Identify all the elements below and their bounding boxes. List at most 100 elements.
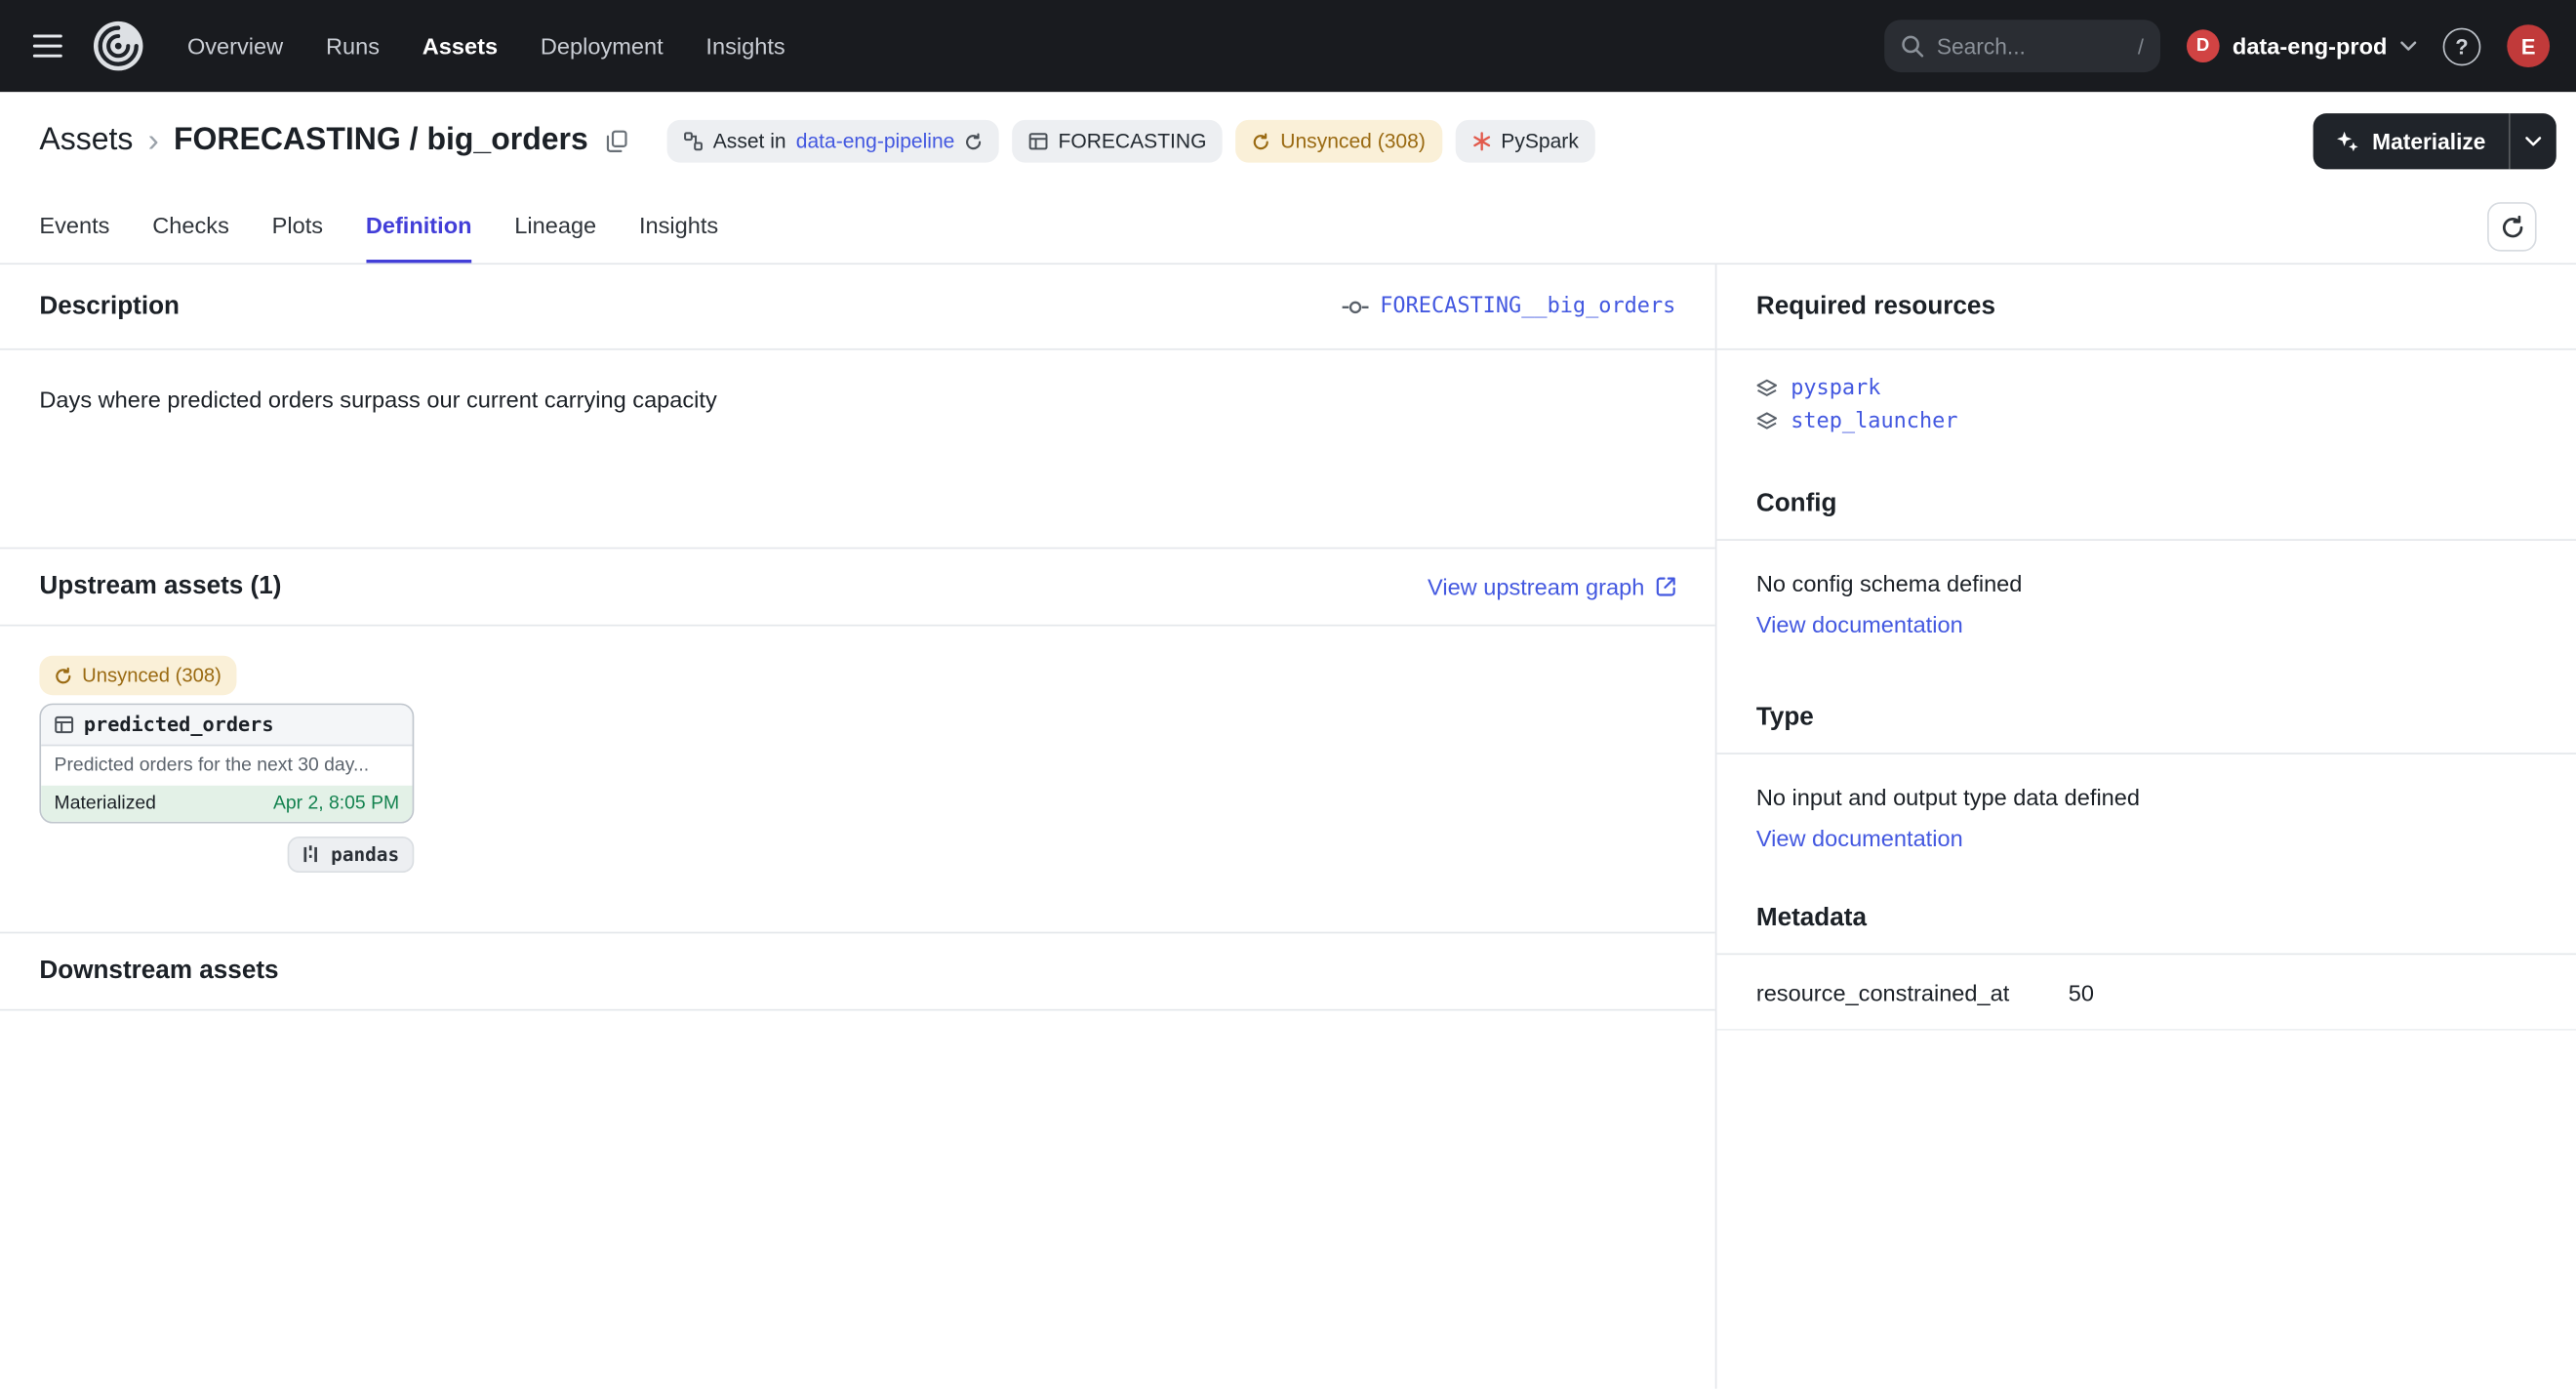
nav-deployment[interactable]: Deployment — [541, 33, 664, 60]
job-icon — [683, 132, 703, 151]
navbar-right: Search... / D data-eng-prod ? E — [1884, 20, 2550, 72]
search-icon — [1901, 34, 1924, 58]
refresh-icon — [2500, 215, 2524, 239]
breadcrumb-assets-link[interactable]: Assets — [39, 123, 133, 159]
right-column: Required resources pyspark step_launcher — [1716, 265, 2576, 1389]
downstream-title: Downstream assets — [39, 957, 278, 986]
primary-nav: Overview Runs Assets Deployment Insights — [187, 33, 785, 60]
group-tag[interactable]: FORECASTING — [1012, 120, 1223, 163]
pyspark-tag-label: PySpark — [1501, 130, 1579, 153]
top-navbar: Overview Runs Assets Deployment Insights… — [0, 0, 2576, 92]
question-icon: ? — [2455, 34, 2468, 59]
tab-events[interactable]: Events — [39, 190, 109, 263]
metadata-title: Metadata — [1756, 903, 1867, 932]
hamburger-menu-button[interactable] — [26, 28, 69, 64]
tab-checks[interactable]: Checks — [152, 190, 229, 263]
asset-key-link[interactable]: FORECASTING__big_orders — [1343, 294, 1676, 318]
description-section-header: Description FORECASTING__big_orders — [0, 265, 1715, 350]
user-avatar[interactable]: E — [2507, 24, 2550, 67]
dagster-logo[interactable] — [92, 20, 144, 72]
type-docs-link[interactable]: View documentation — [1756, 825, 1963, 851]
asset-name: big_orders — [426, 123, 587, 157]
materialize-split-button: Materialize — [2314, 113, 2556, 169]
hamburger-icon — [33, 34, 62, 58]
resource-item: step_launcher — [1756, 409, 2537, 433]
help-button[interactable]: ? — [2443, 27, 2481, 65]
job-tag: Asset in data-eng-pipeline — [667, 120, 999, 163]
type-section-header: Type — [1716, 682, 2576, 755]
materialize-options-button[interactable] — [2509, 113, 2556, 169]
deployment-badge: D — [2187, 29, 2220, 62]
resource-link-step-launcher[interactable]: step_launcher — [1791, 409, 1957, 433]
config-message: No config schema defined — [1756, 570, 2537, 596]
view-upstream-graph-label: View upstream graph — [1428, 574, 1644, 600]
view-upstream-graph-link[interactable]: View upstream graph — [1428, 574, 1675, 600]
resource-link-pyspark[interactable]: pyspark — [1791, 377, 1880, 401]
asset-node-icon — [1343, 299, 1369, 315]
layers-icon — [1756, 378, 1778, 399]
nav-assets[interactable]: Assets — [423, 33, 498, 60]
upstream-unsynced-badge[interactable]: Unsynced (308) — [39, 656, 236, 695]
refresh-button[interactable] — [2487, 202, 2537, 252]
description-title: Description — [39, 292, 180, 321]
type-title: Type — [1756, 703, 1814, 732]
unsynced-tag[interactable]: Unsynced (308) — [1236, 120, 1442, 163]
nav-runs[interactable]: Runs — [326, 33, 380, 60]
asset-node-header: predicted_orders — [41, 705, 413, 746]
type-body: No input and output type data defined Vi… — [1716, 755, 2576, 882]
chevron-down-icon — [2400, 41, 2417, 51]
chevron-right-icon: › — [148, 122, 159, 160]
metadata-row: resource_constrained_at 50 — [1716, 955, 2576, 1030]
nav-insights[interactable]: Insights — [705, 33, 785, 60]
asset-node-name: predicted_orders — [84, 714, 274, 737]
resources-title: Required resources — [1756, 292, 1995, 321]
pyspark-tag[interactable]: PySpark — [1455, 120, 1595, 163]
materialized-timestamp: Apr 2, 8:05 PM — [273, 794, 399, 813]
asset-key-separator: / — [410, 123, 419, 157]
asset-group-name: FORECASTING — [174, 123, 401, 157]
type-message: No input and output type data defined — [1756, 784, 2537, 810]
sparkle-icon — [2336, 130, 2359, 153]
compute-kind-tag[interactable]: pandas — [288, 837, 414, 873]
group-tag-label: FORECASTING — [1058, 130, 1206, 153]
layers-icon — [1756, 411, 1778, 432]
asset-node-status-row: Materialized Apr 2, 8:05 PM — [41, 786, 413, 822]
breadcrumb: Assets › FORECASTING / big_orders — [39, 122, 627, 160]
config-docs-link[interactable]: View documentation — [1756, 611, 1963, 637]
job-tag-prefix: Asset in — [713, 130, 786, 153]
pipeline-link[interactable]: data-eng-pipeline — [796, 130, 955, 153]
table-icon — [55, 715, 74, 734]
copy-icon — [606, 130, 627, 153]
materialize-button[interactable]: Materialize — [2314, 113, 2509, 169]
upstream-title: Upstream assets (1) — [39, 572, 281, 601]
sync-icon — [55, 667, 73, 685]
search-shortcut-hint: / — [2138, 34, 2144, 59]
deployment-switcher[interactable]: D data-eng-prod — [2187, 29, 2417, 62]
table-icon — [1028, 132, 1048, 151]
definition-content: Description FORECASTING__big_orders Days… — [0, 265, 2576, 1389]
copy-asset-key-button[interactable] — [606, 130, 627, 153]
tab-plots[interactable]: Plots — [272, 190, 323, 263]
unsynced-tag-label: Unsynced (308) — [1280, 130, 1426, 153]
asset-page-header: Assets › FORECASTING / big_orders Asset … — [0, 92, 2576, 190]
metadata-value: 50 — [2069, 979, 2094, 1005]
resource-item: pyspark — [1756, 377, 2537, 401]
config-section-header: Config — [1716, 469, 2576, 541]
resources-section-header: Required resources — [1716, 265, 2576, 350]
pandas-icon — [303, 844, 322, 864]
tab-lineage[interactable]: Lineage — [514, 190, 596, 263]
asset-node-card[interactable]: predicted_orders Predicted orders for th… — [39, 704, 414, 824]
tab-definition[interactable]: Definition — [366, 190, 472, 263]
tab-insights[interactable]: Insights — [639, 190, 718, 263]
config-title: Config — [1756, 489, 1837, 518]
nav-overview[interactable]: Overview — [187, 33, 283, 60]
description-body: Days where predicted orders surpass our … — [0, 350, 1715, 548]
dagster-logo-icon — [92, 20, 144, 72]
materialized-label: Materialized — [55, 794, 156, 813]
resources-list: pyspark step_launcher — [1716, 350, 2576, 469]
upstream-body: Unsynced (308) predicted_orders Predicte… — [0, 626, 1715, 931]
search-input[interactable]: Search... / — [1884, 20, 2160, 72]
metadata-section-header: Metadata — [1716, 882, 2576, 955]
deployment-name: data-eng-prod — [2233, 33, 2387, 60]
materialize-label: Materialize — [2372, 129, 2485, 153]
